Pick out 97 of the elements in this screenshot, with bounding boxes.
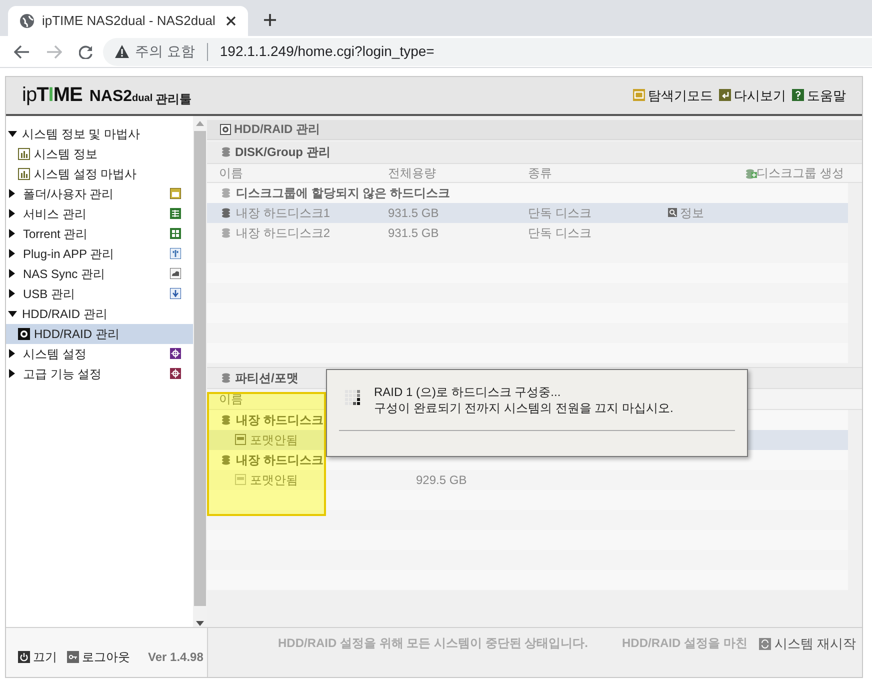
sidebar-item[interactable]: 시스템 설정	[6, 344, 193, 364]
sidebar-item[interactable]: Plug-in APP 관리	[6, 244, 193, 264]
bar-chart-icon	[18, 148, 30, 160]
table-cell-text: 포맷안됨	[250, 432, 299, 449]
table-cell-text: 내장 하드디스크	[236, 452, 324, 469]
stack-icon	[220, 146, 232, 158]
column-header: 이름	[219, 390, 243, 408]
header-link[interactable]: 다시보기	[719, 86, 786, 106]
warning-icon	[115, 45, 129, 58]
stack-icon	[220, 372, 232, 384]
brand-logo: ipTIME	[22, 85, 82, 106]
status-message: HDD/RAID 설정을 마친	[622, 635, 748, 652]
spinner-icon	[345, 390, 360, 405]
sidebar-item[interactable]: 시스템 설정 마법사	[6, 164, 193, 184]
cloud-icon	[170, 268, 181, 280]
sidebar-item[interactable]: HDD/RAID 관리	[6, 324, 193, 344]
column-header: 이름	[219, 164, 244, 182]
sidebar-item[interactable]: 시스템 정보 및 마법사	[6, 124, 193, 144]
url-text: 192.1.1.249/home.cgi?login_type=	[220, 42, 434, 61]
tab-title: ipTIME NAS2dual - NAS2dual	[42, 12, 216, 30]
table-cell-text: 931.5 GB	[388, 204, 440, 222]
folder-icon	[633, 89, 645, 102]
table-cell-text: 포맷안됨	[250, 472, 299, 489]
column-header: 전체용량	[388, 164, 437, 182]
folder-icon	[170, 188, 181, 200]
sidebar-item[interactable]: Torrent 관리	[6, 224, 193, 244]
collapsed-caret-icon	[9, 249, 15, 258]
header-link[interactable]: 탐색기모드	[633, 86, 713, 106]
expanded-caret-icon	[8, 130, 17, 137]
collapsed-caret-icon	[9, 369, 15, 378]
stack-icon	[220, 226, 232, 239]
version-label: Ver 1.4.98	[148, 648, 204, 666]
scrollbar-thumb[interactable]	[194, 130, 206, 606]
drive-icon	[235, 434, 246, 446]
bar-chart-icon	[18, 168, 30, 180]
sidebar-item[interactable]: 폴더/사용자 관리	[6, 184, 193, 204]
address-bar[interactable]: 주의 요함 192.1.1.249/home.cgi?login_type=	[103, 38, 872, 66]
reload-icon[interactable]	[79, 44, 93, 58]
help-icon	[792, 89, 804, 102]
stack-icon	[220, 206, 232, 219]
browser-tab[interactable]: ipTIME NAS2dual - NAS2dual	[8, 6, 248, 36]
drive-icon	[235, 474, 246, 486]
sidebar-item[interactable]: NAS Sync 관리	[6, 264, 193, 284]
column-header: 종류	[528, 164, 553, 182]
restart-icon	[759, 638, 772, 650]
usb-icon	[170, 288, 181, 300]
disk-icon	[220, 124, 231, 135]
sidebar-item[interactable]: 고급 기능 설정	[6, 364, 193, 384]
table-cell-text: 931.5 GB	[388, 224, 440, 242]
stack-icon	[220, 414, 232, 426]
table-cell-text: 단독 디스크	[528, 204, 592, 222]
security-label: 주의 요함	[135, 42, 195, 61]
collapsed-caret-icon	[9, 269, 15, 278]
sidebar-item[interactable]: 서비스 관리	[6, 204, 193, 224]
magnifier-icon	[668, 208, 677, 218]
new-tab-icon[interactable]	[264, 14, 276, 26]
model-name: NAS2dual	[89, 89, 153, 106]
table-cell-text: 내장 하드디스크	[236, 412, 324, 429]
power-off-button[interactable]: 끄기	[18, 648, 57, 666]
header-link[interactable]: 도움말	[792, 86, 846, 106]
scroll-down-icon[interactable]	[196, 620, 204, 626]
panel-title: HDD/RAID 관리	[234, 121, 320, 138]
gear-icon	[170, 348, 181, 360]
restart-button[interactable]: 시스템 재시작	[759, 634, 856, 654]
collapsed-caret-icon	[9, 229, 15, 238]
collapsed-caret-icon	[9, 289, 15, 298]
table-cell-text: 929.5 GB	[416, 472, 467, 489]
disk-icon	[18, 328, 30, 340]
close-icon[interactable]	[226, 16, 236, 26]
collapsed-caret-icon	[9, 349, 15, 358]
group-label: 디스크그룹에 할당되지 않은 하드디스크	[236, 184, 450, 202]
key-icon	[67, 650, 79, 663]
sidebar-item[interactable]: USB 관리	[6, 284, 193, 304]
collapsed-caret-icon	[9, 189, 15, 198]
table-cell-text: 단독 디스크	[528, 224, 592, 242]
collapsed-caret-icon	[9, 209, 15, 218]
sidebar-item[interactable]: 시스템 정보	[6, 144, 193, 164]
tool-title: 관리툴	[156, 93, 192, 106]
sidebar-item[interactable]: HDD/RAID 관리	[6, 304, 193, 324]
section-header: DISK/Group 관리	[207, 142, 862, 164]
logout-button[interactable]: 로그아웃	[67, 648, 130, 666]
gear-icon	[170, 368, 181, 380]
return-icon	[719, 89, 731, 102]
power-icon	[18, 650, 30, 663]
globe-icon	[20, 14, 34, 28]
status-message: HDD/RAID 설정을 위해 모든 시스템이 중단된 상태입니다.	[278, 635, 588, 652]
stack-icon	[220, 454, 232, 466]
table-cell-text: 내장 하드디스크2	[236, 224, 332, 242]
dialog-message: 구성이 완료되기 전까지 시스템의 전원을 끄지 마십시오.	[374, 400, 674, 416]
list-icon	[170, 208, 181, 220]
stack-add-icon	[744, 166, 757, 179]
back-icon[interactable]	[14, 44, 30, 58]
table-cell-text: 내장 하드디스크1	[236, 204, 332, 222]
plug-icon	[170, 248, 181, 260]
stack-icon	[220, 186, 232, 199]
expanded-caret-icon	[8, 310, 17, 317]
grid-icon	[170, 228, 181, 240]
